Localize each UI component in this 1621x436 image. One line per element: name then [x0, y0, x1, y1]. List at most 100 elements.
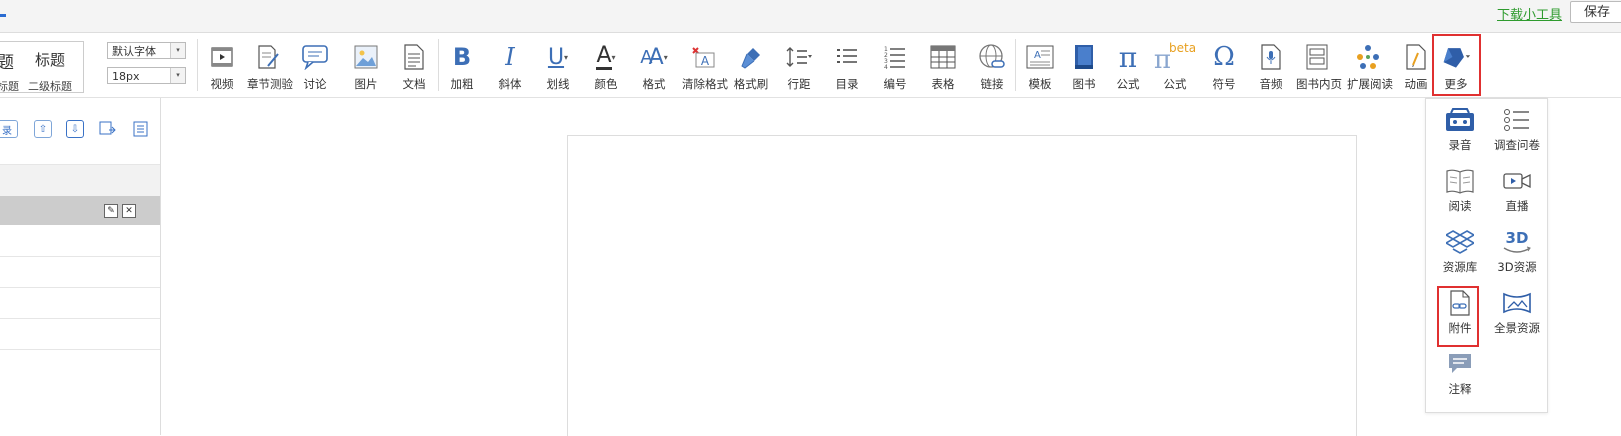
- globe-link-icon: [977, 41, 1007, 73]
- extended-reading-icon: [1353, 41, 1383, 73]
- audio-file-icon: [1256, 41, 1286, 73]
- annotation-item[interactable]: 注释: [1432, 345, 1488, 403]
- live-item[interactable]: 直播: [1489, 162, 1545, 220]
- chapter-test-label: 章节测验: [247, 77, 293, 91]
- resource-library-item[interactable]: 资源库: [1432, 223, 1488, 281]
- underline-icon: U ▾: [547, 44, 569, 70]
- book-label: 图书: [1072, 77, 1096, 91]
- bold-button[interactable]: B 加粗: [447, 37, 477, 93]
- underline-button[interactable]: U ▾ 划线: [543, 37, 573, 93]
- color-label: 颜色: [594, 77, 618, 91]
- back-mark[interactable]: [0, 14, 6, 17]
- symbol-button[interactable]: Ω 符号: [1209, 37, 1239, 93]
- book-icon: [1069, 41, 1099, 73]
- book-page-label: 图书内页: [1296, 77, 1342, 91]
- clear-format-button[interactable]: A 清除格式: [682, 37, 728, 93]
- template-icon: A: [1025, 41, 1055, 73]
- line-height-button[interactable]: 行距: [784, 37, 814, 93]
- image-button[interactable]: 图片: [351, 37, 381, 93]
- animation-button[interactable]: 动画: [1401, 37, 1431, 93]
- outline-button-row: 录 ⇧ ⇩: [0, 120, 160, 144]
- move-up-button[interactable]: ⇧: [34, 120, 52, 138]
- close-icon[interactable]: ✕: [122, 204, 136, 218]
- heading-style-box[interactable]: 题 标题 标题 二级标题: [0, 41, 84, 93]
- format-button[interactable]: A A ▾ 格式: [639, 37, 669, 93]
- extended-reading-button[interactable]: 扩展阅读: [1347, 37, 1393, 93]
- arrow-up-icon: ⇧: [38, 123, 48, 135]
- video-button[interactable]: 视频: [207, 37, 237, 93]
- heading-style-2[interactable]: 标题: [35, 49, 65, 70]
- pencil-icon[interactable]: ✎: [104, 204, 118, 218]
- editor-page[interactable]: [567, 135, 1357, 436]
- formula-beta-button[interactable]: π beta 公式: [1154, 37, 1196, 93]
- audio-label: 音频: [1259, 77, 1283, 91]
- radio-recorder-icon: [1445, 106, 1475, 134]
- heading-small-2[interactable]: 二级标题: [28, 78, 72, 94]
- top-bar: 下载小工具 保存: [0, 0, 1621, 33]
- italic-label: 斜体: [498, 77, 522, 91]
- editor-toolbar: 题 标题 标题 二级标题 默认字体 ▾ 18px ▾ 视频 章节测验 讨论 图片…: [0, 33, 1621, 98]
- panorama-item[interactable]: 全景资源: [1489, 284, 1545, 342]
- move-down-button[interactable]: ⇩: [66, 120, 84, 138]
- discuss-label: 讨论: [303, 77, 327, 91]
- color-button[interactable]: A ▾ 颜色: [591, 37, 621, 93]
- heading-small-1[interactable]: 标题: [0, 78, 19, 94]
- svg-text:4: 4: [884, 64, 888, 69]
- link-button[interactable]: 链接: [977, 37, 1007, 93]
- reading-item[interactable]: 阅读: [1432, 162, 1488, 220]
- list-item[interactable]: [0, 256, 160, 257]
- toolbar-divider: [1015, 39, 1016, 91]
- survey-item[interactable]: 调查问卷: [1489, 101, 1545, 159]
- book-page-button[interactable]: 图书内页: [1296, 37, 1342, 93]
- indent-button[interactable]: [99, 120, 117, 138]
- document-button[interactable]: 文档: [399, 37, 429, 93]
- template-button[interactable]: A 模板: [1025, 37, 1055, 93]
- format-brush-button[interactable]: 格式刷: [734, 37, 768, 93]
- comment-icon: [1445, 350, 1475, 378]
- chapter-test-button[interactable]: 章节测验: [247, 37, 293, 93]
- line-height-label: 行距: [787, 77, 811, 91]
- list-item[interactable]: [0, 349, 160, 350]
- video-camera-icon: [1502, 167, 1532, 195]
- heading-style-1[interactable]: 题: [0, 48, 14, 73]
- book-button[interactable]: 图书: [1069, 37, 1099, 93]
- toc-button[interactable]: 目录: [832, 37, 862, 93]
- formula-button[interactable]: π 公式: [1113, 37, 1143, 93]
- italic-button[interactable]: I 斜体: [495, 37, 525, 93]
- chevron-down-icon[interactable]: ▾: [170, 43, 185, 58]
- discuss-button[interactable]: 讨论: [300, 37, 330, 93]
- numbering-button[interactable]: 1234 编号: [880, 37, 910, 93]
- font-family-value: 默认字体: [112, 45, 156, 58]
- resource-3d-item[interactable]: 3D 3D资源: [1489, 223, 1545, 281]
- svg-text:A: A: [701, 54, 710, 68]
- more-dropdown-menu: 录音 调查问卷 阅读 直播 资源库 3D 3D资源 附件 全景资源 注释: [1425, 98, 1548, 413]
- discuss-icon: [300, 41, 330, 73]
- numbered-list-icon: 1234: [880, 41, 910, 73]
- outline-item-selected[interactable]: ✎ ✕: [0, 196, 160, 225]
- audio-button[interactable]: 音频: [1256, 37, 1286, 93]
- document-icon: [399, 41, 429, 73]
- font-family-select[interactable]: 默认字体 ▾: [107, 42, 186, 59]
- clear-format-icon: A: [688, 41, 718, 73]
- outdent-button[interactable]: [131, 120, 149, 138]
- omega-icon: Ω: [1213, 42, 1235, 72]
- panorama-icon: [1502, 289, 1532, 317]
- add-record-button[interactable]: 录: [0, 120, 18, 138]
- list-item[interactable]: [0, 318, 160, 319]
- font-size-select[interactable]: 18px ▾: [107, 67, 186, 84]
- italic-icon: I: [505, 43, 515, 71]
- image-label: 图片: [354, 77, 378, 91]
- survey-label: 调查问卷: [1494, 138, 1540, 152]
- toc-label: 目录: [835, 77, 859, 91]
- record-item[interactable]: 录音: [1432, 101, 1488, 159]
- outline-header: [0, 165, 160, 196]
- live-label: 直播: [1505, 199, 1529, 213]
- document-label: 文档: [402, 77, 426, 91]
- list-item[interactable]: [0, 287, 160, 288]
- chapter-test-icon: [253, 41, 283, 73]
- save-button[interactable]: 保存: [1570, 1, 1621, 23]
- formula-beta-label: 公式: [1163, 77, 1187, 91]
- table-button[interactable]: 表格: [928, 37, 958, 93]
- download-tool-link[interactable]: 下载小工具: [1497, 4, 1562, 23]
- chevron-down-icon[interactable]: ▾: [170, 68, 185, 83]
